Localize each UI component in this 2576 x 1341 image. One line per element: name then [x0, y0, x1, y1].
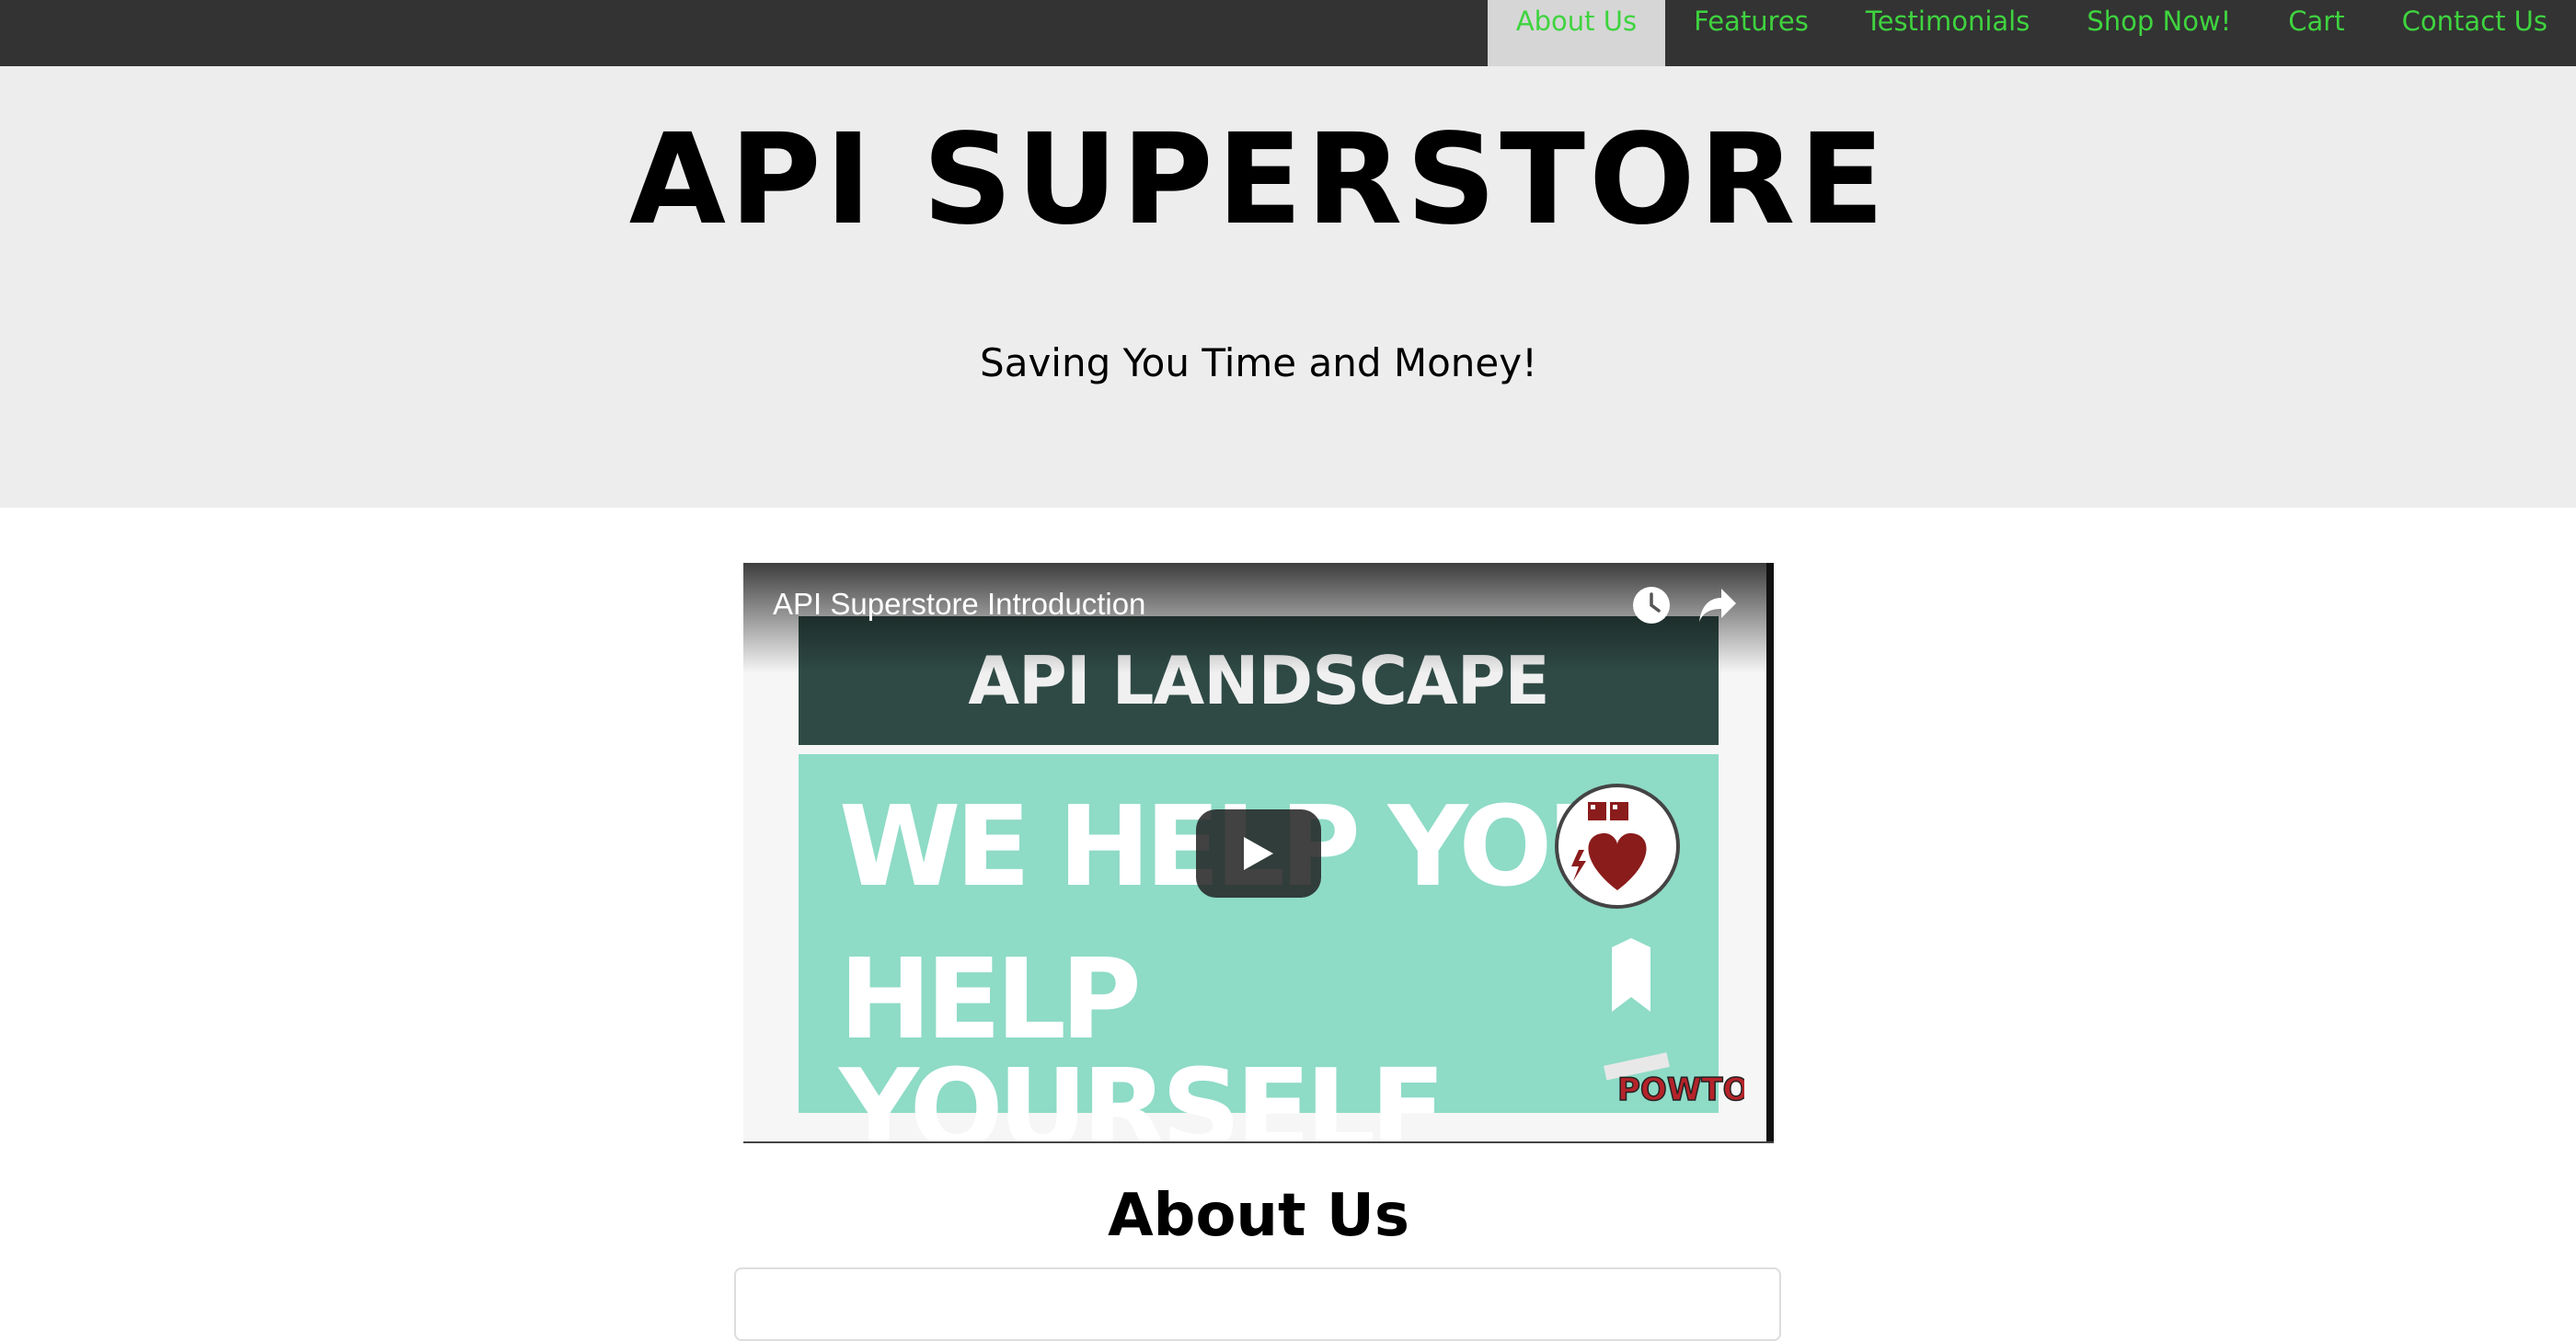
- bookmark-icon: [1612, 938, 1650, 1012]
- heart-badge-icon: [1555, 784, 1680, 909]
- video-player[interactable]: API LANDSCAPE WE HELP YOU HELP YOURSELF …: [743, 563, 1774, 1142]
- thumbnail-panel: WE HELP YOU HELP YOURSELF POWTOON: [799, 754, 1744, 1142]
- powtoon-logo-icon: POWTOON: [1604, 1052, 1744, 1109]
- nav-menu: About Us Features Testimonials Shop Now!…: [1487, 0, 2576, 66]
- thumbnail-line-2: HELP YOURSELF: [839, 936, 1445, 1143]
- top-navbar: About Us Features Testimonials Shop Now!…: [0, 0, 2576, 66]
- about-us-card: [734, 1267, 1781, 1341]
- site-title: API SUPERSTORE: [628, 108, 1889, 253]
- nav-shop-now[interactable]: Shop Now!: [2058, 0, 2260, 66]
- nav-testimonials[interactable]: Testimonials: [1837, 0, 2059, 66]
- play-icon: [1244, 837, 1273, 870]
- about-us-heading: About Us: [1108, 1182, 1409, 1250]
- nav-contact-us[interactable]: Contact Us: [2374, 0, 2576, 66]
- section-divider: [743, 1141, 1774, 1143]
- play-button[interactable]: [1196, 809, 1321, 898]
- video-edge: [1766, 563, 1774, 1142]
- svg-text:POWTOON: POWTOON: [1617, 1072, 1744, 1108]
- site-tagline: Saving You Time and Money!: [980, 340, 1537, 385]
- nav-cart[interactable]: Cart: [2260, 0, 2373, 66]
- nav-features[interactable]: Features: [1665, 0, 1837, 66]
- video-title[interactable]: API Superstore Introduction: [773, 587, 1145, 622]
- share-icon[interactable]: [1697, 587, 1738, 624]
- nav-about-us[interactable]: About Us: [1487, 0, 1666, 66]
- watch-later-clock-icon[interactable]: [1631, 585, 1672, 625]
